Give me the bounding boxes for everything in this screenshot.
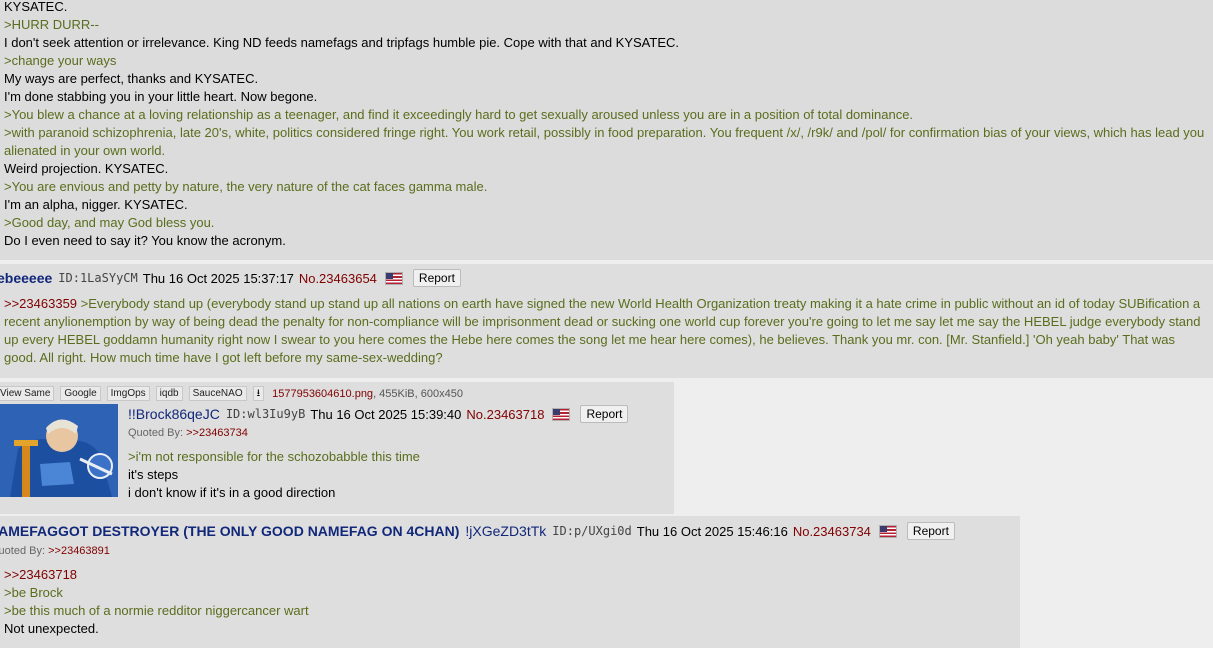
greentext: >Everybody stand up (everybody stand up … [80, 296, 1201, 311]
poster-id[interactable]: ID:p/UXgi0d [552, 524, 631, 538]
message-line: I'm an alpha, nigger. KYSATEC. [4, 197, 188, 212]
post-datetime: Thu 16 Oct 2025 15:39:40 [310, 406, 462, 422]
post-header: !!Brock86qeJC ID:wl3Iu9yB Thu 16 Oct 202… [128, 405, 629, 423]
post-datetime: Thu 16 Oct 2025 15:37:17 [142, 270, 294, 286]
message-line: Weird projection. KYSATEC. [4, 161, 169, 176]
post-header: ebeeeee ID:1LaSYyCM Thu 16 Oct 2025 15:3… [0, 269, 461, 287]
greentext-line: alienated in your own world. [4, 143, 166, 158]
poster-name: NAMEFAGGOT DESTROYER (THE ONLY GOOD NAME… [0, 523, 460, 539]
poster-id[interactable]: ID:wl3Iu9yB [226, 407, 305, 421]
poster-name: !!Brock86qeJC [128, 406, 220, 422]
saucenao-button[interactable]: SauceNAO [188, 386, 247, 401]
post-message: >>23463359 >Everybody stand up (everybod… [4, 295, 1201, 367]
greentext-line: >You are envious and petty by nature, th… [4, 179, 488, 194]
quote-link[interactable]: >>23463718 [4, 567, 77, 582]
greentext-line: >with paranoid schizophrenia, late 20's,… [4, 125, 1205, 140]
backlink[interactable]: >>23463891 [48, 545, 110, 557]
post-message: >>23463718 >be Brock >be this much of a … [4, 566, 309, 638]
post-message: >i'm not responsible for the schozobabbl… [128, 448, 420, 502]
greentext-line: >i'm not responsible for the schozobabbl… [128, 449, 420, 464]
poster-name: ebeeeee [0, 270, 53, 286]
report-button[interactable]: Report [412, 269, 461, 287]
imgops-button[interactable]: ImgOps [106, 386, 150, 401]
thumbnail-illustration-icon [0, 404, 118, 497]
us-flag-icon [552, 407, 571, 421]
message-line: My ways are perfect, thanks and KYSATEC. [4, 71, 259, 86]
backlink[interactable]: >>23463734 [186, 427, 248, 439]
file-bar: View Same Google ImgOps iqdb SauceNAO ⭳ … [0, 386, 463, 401]
message-line: Not unexpected. [4, 621, 99, 636]
file-name-link[interactable]: 1577953604610.png [272, 388, 373, 400]
post-number[interactable]: No.23463718 [466, 407, 544, 422]
report-button[interactable]: Report [906, 522, 955, 540]
post-number[interactable]: No.23463654 [299, 271, 377, 286]
post-namefag-destroyer: NAMEFAGGOT DESTROYER (THE ONLY GOOD NAME… [0, 516, 1020, 648]
greentext-line: up every HEBEL goddamn humanity right no… [4, 332, 1176, 347]
message-line: I'm done stabbing you in your little hea… [4, 89, 318, 104]
post-number[interactable]: No.23463734 [793, 524, 871, 539]
post-header: NAMEFAGGOT DESTROYER (THE ONLY GOOD NAME… [0, 522, 955, 540]
quote-link[interactable]: >>23463359 [4, 296, 77, 311]
quoted-by: Quoted By: >>23463734 [128, 427, 248, 439]
greentext-line: >You blew a chance at a loving relations… [4, 107, 914, 122]
message-line: I don't seek attention or irrelevance. K… [4, 35, 680, 50]
greentext-line: good. All right. How much time have I go… [4, 350, 443, 365]
post-datetime: Thu 16 Oct 2025 15:46:16 [636, 523, 788, 539]
post-message: KYSATEC. >HURR DURR-- I don't seek atten… [4, 0, 1204, 250]
view-same-button[interactable]: View Same [0, 386, 55, 401]
greentext-line: >HURR DURR-- [4, 17, 99, 32]
post-thumbnail-image[interactable] [0, 404, 118, 497]
google-button[interactable]: Google [60, 386, 101, 401]
download-icon[interactable]: ⭳ [252, 386, 265, 401]
tripcode: !jXGeZD3tTk [465, 523, 547, 539]
quoted-by-label: Quoted By: [0, 545, 46, 557]
post-brock: View Same Google ImgOps iqdb SauceNAO ⭳ … [0, 382, 674, 514]
file-info: , 455KiB, 600x450 [373, 387, 463, 400]
report-button[interactable]: Report [580, 405, 629, 423]
us-flag-icon [878, 524, 897, 538]
message-line: >>23463359 >Everybody stand up (everybod… [4, 295, 1201, 313]
iqdb-button[interactable]: iqdb [155, 386, 183, 401]
message-line: KYSATEC. [4, 0, 68, 14]
message-line: Do I even need to say it? You know the a… [4, 233, 286, 248]
quoted-by: Quoted By: >>23463891 [0, 545, 110, 557]
quoted-by-label: Quoted By: [128, 427, 184, 439]
post-ebeeeee: ebeeeee ID:1LaSYyCM Thu 16 Oct 2025 15:3… [0, 264, 1213, 378]
greentext-line: >change your ways [4, 53, 117, 68]
greentext-line: recent anylionemption by way of being de… [4, 314, 1201, 329]
greentext-line: >be Brock [4, 585, 63, 600]
message-line: it's steps [128, 467, 179, 482]
post-top: KYSATEC. >HURR DURR-- I don't seek atten… [0, 0, 1213, 260]
greentext-line: >Good day, and may God bless you. [4, 215, 215, 230]
greentext-line: >be this much of a normie redditor nigge… [4, 603, 309, 618]
message-line: i don't know if it's in a good direction [128, 485, 336, 500]
us-flag-icon [384, 271, 403, 285]
poster-id[interactable]: ID:1LaSYyCM [58, 271, 137, 285]
